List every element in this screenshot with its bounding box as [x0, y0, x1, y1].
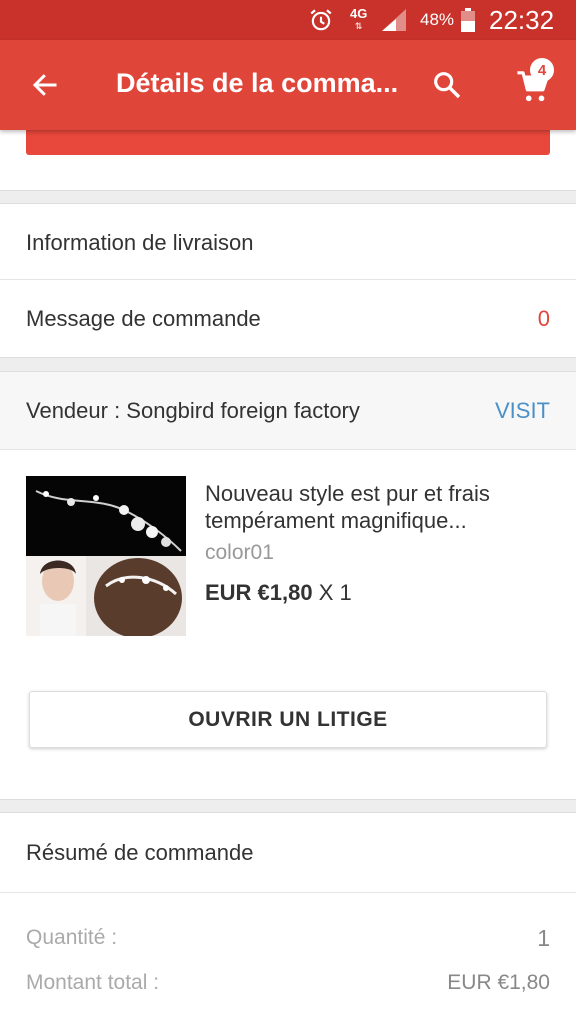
back-icon[interactable] [24, 64, 66, 106]
product-price: EUR €1,80 [205, 580, 313, 605]
network-type: 4G [350, 6, 368, 21]
product-title[interactable]: Nouveau style est pur et frais tempérame… [205, 480, 550, 534]
order-message-label: Message de commande [26, 306, 261, 331]
seller-row: Vendeur : Songbird foreign factory VISIT [0, 372, 576, 450]
signal-icon [380, 0, 408, 40]
summary-header-row: Résumé de commande [0, 814, 576, 892]
product-variant: color01 [205, 541, 274, 564]
section-divider [0, 357, 576, 372]
search-icon[interactable] [426, 64, 468, 106]
row-divider [0, 892, 576, 893]
screen: 4G ⇅ 48% 22:32 Laisser un feedback suppl… [0, 0, 576, 1024]
order-message-row[interactable]: Message de commande 0 [0, 280, 576, 358]
total-value: EUR €1,80 [447, 971, 550, 994]
product-image[interactable] [26, 476, 186, 636]
total-label: Montant total : [26, 971, 160, 994]
page-title: Détails de la comma... [116, 68, 399, 98]
product-price-line: EUR €1,80 X 1 [205, 580, 352, 606]
battery-icon [460, 0, 476, 40]
seller-label: Vendeur : Songbird foreign factory [26, 398, 360, 423]
alarm-icon [308, 0, 334, 40]
clock: 22:32 [489, 4, 555, 35]
quantity-label: Quantité : [26, 926, 118, 949]
shipping-info-row[interactable]: Information de livraison [0, 204, 576, 282]
visit-store-link[interactable]: VISIT [495, 372, 550, 450]
section-divider [0, 190, 576, 204]
open-dispute-button[interactable]: OUVRIR UN LITIGE [29, 691, 547, 748]
section-divider [0, 799, 576, 813]
product-quantity: X 1 [318, 580, 352, 605]
app-bar: Détails de la comma... [0, 40, 576, 130]
order-message-count: 0 [537, 306, 550, 331]
data-arrows-icon: ⇅ [354, 21, 363, 31]
shipping-info-label: Information de livraison [26, 230, 254, 255]
cart-badge: 4 [530, 58, 554, 82]
summary-title: Résumé de commande [26, 840, 254, 865]
quantity-value: 1 [537, 924, 550, 951]
status-bar: 4G ⇅ 48% 22:32 [0, 0, 576, 40]
battery-percent: 48% [420, 10, 455, 29]
network-indicator: 4G ⇅ [350, 0, 367, 40]
